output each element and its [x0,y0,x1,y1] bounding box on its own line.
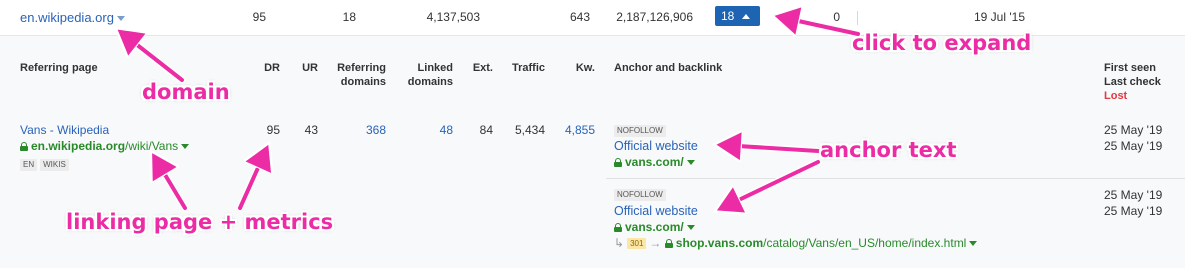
arrow-anchor-2 [722,160,820,208]
arrow-linking-page [155,158,187,210]
arrow-metrics [238,150,266,210]
annotation-anchor-text: anchor text [820,138,957,162]
annotation-click-to-expand: click to expand [852,31,1032,55]
annotation-linking-page: linking page + metrics [66,210,334,234]
arrow-domain [122,33,184,82]
annotation-domain: domain [142,80,230,104]
arrow-expand [780,17,860,34]
